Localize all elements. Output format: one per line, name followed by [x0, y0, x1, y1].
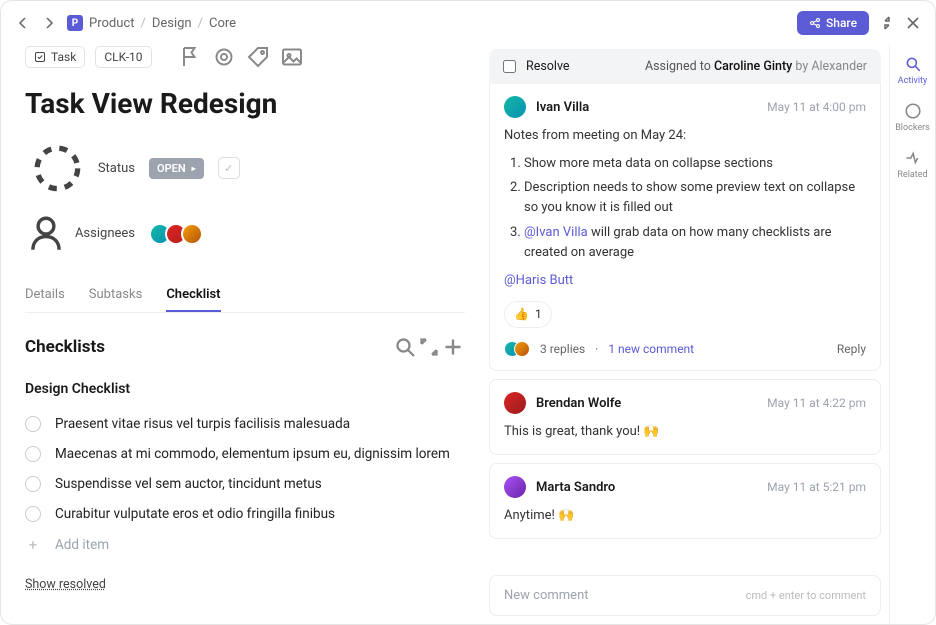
share-button[interactable]: Share: [797, 11, 869, 35]
checklist-item[interactable]: Maecenas at mi commodo, elementum ipsum …: [25, 439, 465, 469]
rail-related[interactable]: Related: [897, 149, 927, 180]
collapse-icon[interactable]: [879, 15, 895, 31]
comment-date: May 11 at 4:22 pm: [767, 396, 866, 410]
avatar: [504, 392, 526, 414]
status-label: Status: [98, 161, 135, 176]
plus-icon: +: [25, 537, 41, 553]
new-comment-count[interactable]: 1 new comment: [608, 340, 694, 359]
comment-author: Brendan Wolfe: [536, 396, 621, 411]
comment-date: May 11 at 5:21 pm: [767, 480, 866, 494]
expand-icon[interactable]: [417, 335, 441, 359]
target-icon[interactable]: [212, 45, 236, 69]
comment-author: Marta Sandro: [536, 480, 615, 495]
nav-forward-icon[interactable]: [41, 15, 57, 31]
avatar: [514, 341, 530, 357]
checklist-section-title: Design Checklist: [25, 381, 465, 397]
tag-icon[interactable]: [246, 45, 270, 69]
checklist-item[interactable]: Praesent vitae risus vel turpis facilisi…: [25, 409, 465, 439]
breadcrumb-mid[interactable]: Design: [152, 16, 192, 31]
breadcrumb: P Product / Design / Core: [67, 15, 787, 31]
image-icon[interactable]: [280, 45, 304, 69]
assignees-label: Assignees: [75, 226, 135, 241]
breadcrumb-root[interactable]: Product: [89, 16, 134, 31]
reply-button[interactable]: Reply: [837, 340, 866, 359]
avatar: [504, 476, 526, 498]
tab-subtasks[interactable]: Subtasks: [89, 279, 143, 312]
add-item-button[interactable]: + Add item: [25, 529, 465, 561]
assignment-info: Assigned to Caroline Ginty by Alexander: [645, 59, 867, 74]
blockers-icon: [904, 102, 922, 120]
comment-date: May 11 at 4:00 pm: [767, 100, 866, 114]
checklists-header: Checklists: [25, 337, 393, 357]
tab-details[interactable]: Details: [25, 279, 65, 312]
task-type-badge[interactable]: Task: [25, 46, 85, 68]
assignee-avatars[interactable]: [149, 223, 203, 245]
rail-blockers[interactable]: Blockers: [895, 102, 930, 133]
nav-back-icon[interactable]: [15, 15, 31, 31]
tab-checklist[interactable]: Checklist: [166, 279, 220, 312]
add-checklist-icon[interactable]: [441, 335, 465, 359]
checklist-item[interactable]: Suspendisse vel sem auctor, tincidunt me…: [25, 469, 465, 499]
checklist-item[interactable]: Curabitur vulputate eros et odio fringil…: [25, 499, 465, 529]
checklist-circle-icon[interactable]: [25, 416, 41, 432]
task-id-badge[interactable]: CLK-10: [95, 46, 151, 68]
new-comment-input[interactable]: New comment cmd + enter to comment: [489, 575, 881, 616]
project-icon: P: [67, 15, 83, 31]
reply-count[interactable]: 3 replies: [540, 340, 585, 359]
related-icon: [903, 149, 921, 167]
page-title: Task View Redesign: [25, 87, 465, 120]
comment-author: Ivan Villa: [536, 100, 589, 115]
checklist-circle-icon[interactable]: [25, 506, 41, 522]
complete-checkbox[interactable]: ✓: [218, 157, 240, 179]
checklist-circle-icon[interactable]: [25, 476, 41, 492]
avatar: [181, 223, 203, 245]
comment-card: Brendan Wolfe May 11 at 4:22 pm This is …: [489, 379, 881, 455]
activity-icon: [904, 55, 922, 73]
mention[interactable]: @Ivan Villa: [524, 225, 588, 240]
search-icon[interactable]: [393, 335, 417, 359]
rail-activity[interactable]: Activity: [898, 55, 927, 86]
avatar: [504, 96, 526, 118]
close-icon[interactable]: [905, 15, 921, 31]
show-resolved-link[interactable]: Show resolved: [25, 577, 465, 592]
flag-icon[interactable]: [178, 45, 202, 69]
breadcrumb-leaf[interactable]: Core: [209, 16, 236, 31]
comment-card: Marta Sandro May 11 at 5:21 pm Anytime! …: [489, 463, 881, 539]
status-badge[interactable]: OPEN▸: [149, 158, 204, 179]
comment-card: Ivan Villa May 11 at 4:00 pm Notes from …: [489, 84, 881, 371]
resolve-label: Resolve: [526, 59, 570, 74]
resolve-checkbox[interactable]: [503, 60, 516, 73]
reaction[interactable]: 👍 1: [504, 301, 552, 328]
checklist-circle-icon[interactable]: [25, 446, 41, 462]
mention[interactable]: @Haris Butt: [504, 271, 866, 291]
